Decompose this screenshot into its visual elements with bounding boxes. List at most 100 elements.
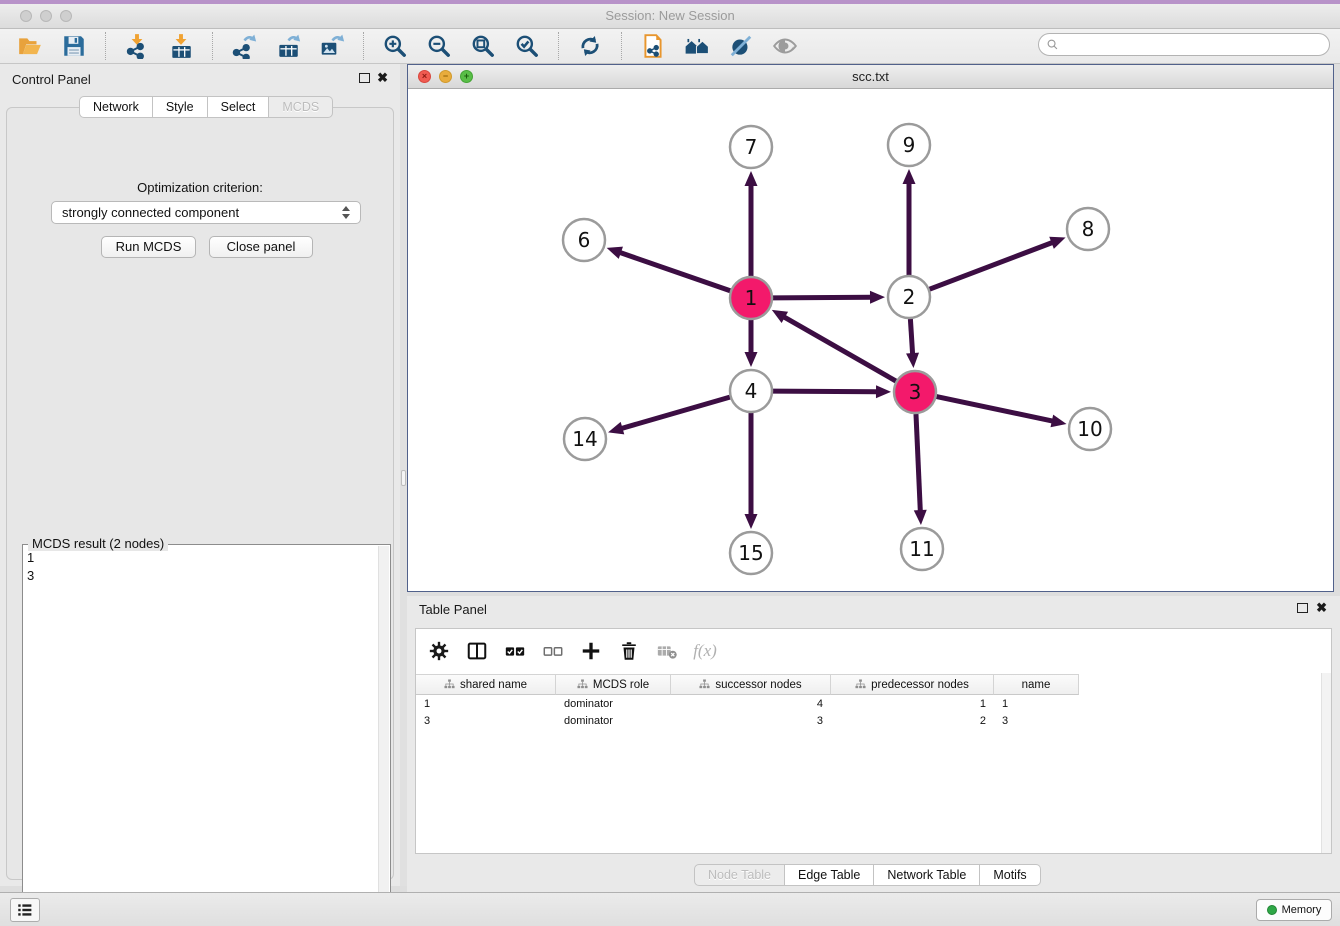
divider-handle[interactable] (401, 470, 406, 486)
graph-edge-4-3[interactable] (773, 385, 891, 398)
export-table-icon[interactable] (273, 31, 303, 61)
result-scrollbar[interactable] (378, 546, 389, 914)
graph-node-10[interactable]: 10 (1069, 408, 1111, 450)
graph-edge-3-10[interactable] (937, 397, 1067, 428)
table-scrollbar[interactable] (1321, 673, 1331, 853)
zoom-selected-icon[interactable] (512, 31, 542, 61)
cell-successor-nodes[interactable]: 4 (671, 696, 831, 713)
save-session-icon[interactable] (59, 31, 89, 61)
cell-shared-name[interactable]: 3 (416, 713, 556, 730)
graph-edge-1-7[interactable] (745, 171, 758, 276)
network-graph-canvas[interactable]: 7 9 6 8 1 2 4 3 14 10 15 11 (408, 89, 1333, 591)
tab-network[interactable]: Network (79, 96, 153, 118)
graph-edge-3-11[interactable] (914, 414, 927, 525)
control-panel-tabs: NetworkStyleSelectMCDS (79, 96, 333, 118)
graph-edge-4-15[interactable] (745, 413, 758, 529)
refresh-icon[interactable] (575, 31, 605, 61)
houses-icon[interactable] (682, 31, 712, 61)
tab-edge-table[interactable]: Edge Table (785, 864, 874, 886)
import-table-icon[interactable] (166, 31, 196, 61)
graph-node-15[interactable]: 15 (730, 532, 772, 574)
cell-name[interactable]: 3 (994, 713, 1079, 730)
panel-split-divider[interactable] (400, 64, 407, 886)
tab-motifs[interactable]: Motifs (980, 864, 1040, 886)
search-input[interactable] (1060, 36, 1329, 54)
column-header-successor-nodes[interactable]: successor nodes (671, 674, 831, 695)
graph-edge-1-2[interactable] (773, 291, 885, 304)
column-header-shared-name[interactable]: shared name (416, 674, 556, 695)
graph-edge-2-9[interactable] (903, 169, 916, 275)
graph-node-14[interactable]: 14 (564, 418, 606, 460)
graph-node-9[interactable]: 9 (888, 124, 930, 166)
cell-name[interactable]: 1 (994, 696, 1079, 713)
mcds-result-text: 1 3 (27, 549, 34, 585)
split-panel-icon[interactable] (463, 637, 491, 665)
mcds-result-box[interactable]: MCDS result (2 nodes) 1 3 (22, 544, 391, 916)
graph-edge-2-3[interactable] (906, 319, 919, 368)
export-image-icon[interactable] (317, 31, 347, 61)
network-document-icon[interactable] (638, 31, 668, 61)
close-panel-button[interactable]: Close panel (209, 236, 313, 258)
cell-predecessor-nodes[interactable]: 2 (831, 713, 994, 730)
cell-successor-nodes[interactable]: 3 (671, 713, 831, 730)
close-window-icon[interactable] (20, 10, 32, 22)
graph-node-1[interactable]: 1 (730, 277, 772, 319)
node-label-3: 3 (909, 380, 922, 404)
zoom-in-icon[interactable] (380, 31, 410, 61)
zoom-fit-icon[interactable] (468, 31, 498, 61)
float-panel-icon[interactable] (359, 73, 370, 83)
zoom-out-icon[interactable] (424, 31, 454, 61)
table-row-2[interactable]: 3dominator323 (416, 713, 1079, 730)
graph-edge-1-6[interactable] (607, 247, 731, 291)
run-mcds-button[interactable]: Run MCDS (101, 236, 196, 258)
import-network-icon[interactable] (122, 31, 152, 61)
settings-gear-icon[interactable] (425, 637, 453, 665)
network-window-titlebar[interactable]: × − + scc.txt (408, 65, 1333, 89)
tab-style[interactable]: Style (153, 96, 208, 118)
column-header-MCDS-role[interactable]: MCDS role (556, 674, 671, 695)
criterion-dropdown[interactable]: strongly connected component (51, 201, 361, 224)
maximize-view-icon[interactable]: + (460, 70, 473, 83)
tab-node-table[interactable]: Node Table (694, 864, 785, 886)
task-history-button[interactable] (10, 898, 40, 922)
maximize-window-icon[interactable] (60, 10, 72, 22)
cell-MCDS-role[interactable]: dominator (556, 696, 671, 713)
graph-edge-3-1[interactable] (772, 310, 896, 381)
add-column-icon[interactable] (577, 637, 605, 665)
graph-node-8[interactable]: 8 (1067, 208, 1109, 250)
close-table-panel-icon[interactable]: ✖ (1316, 603, 1327, 613)
graph-node-3[interactable]: 3 (894, 371, 936, 413)
cell-MCDS-role[interactable]: dominator (556, 713, 671, 730)
toolbar-separator (363, 32, 364, 60)
graphics-details-icon[interactable] (726, 31, 756, 61)
graph-edge-4-14[interactable] (608, 397, 730, 434)
float-table-panel-icon[interactable] (1297, 603, 1308, 613)
delete-column-icon[interactable] (615, 637, 643, 665)
memory-button[interactable]: Memory (1256, 899, 1332, 921)
tab-network-table[interactable]: Network Table (874, 864, 980, 886)
graph-node-2[interactable]: 2 (888, 276, 930, 318)
export-network-icon[interactable] (229, 31, 259, 61)
column-header-predecessor-nodes[interactable]: predecessor nodes (831, 674, 994, 695)
close-panel-icon[interactable]: ✖ (377, 73, 388, 83)
graph-edge-1-4[interactable] (745, 320, 758, 367)
open-session-icon[interactable] (15, 31, 45, 61)
graph-node-6[interactable]: 6 (563, 219, 605, 261)
minimize-view-icon[interactable]: − (439, 70, 452, 83)
graph-node-11[interactable]: 11 (901, 528, 943, 570)
graph-edge-2-8[interactable] (930, 237, 1066, 289)
table-row-1[interactable]: 1dominator411 (416, 696, 1079, 713)
close-view-icon[interactable]: × (418, 70, 431, 83)
graph-node-7[interactable]: 7 (730, 126, 772, 168)
deselect-all-rows-icon[interactable] (539, 637, 567, 665)
tab-mcds[interactable]: MCDS (269, 96, 333, 118)
cell-shared-name[interactable]: 1 (416, 696, 556, 713)
search-box[interactable] (1038, 33, 1330, 56)
minimize-window-icon[interactable] (40, 10, 52, 22)
tab-select[interactable]: Select (208, 96, 270, 118)
graph-node-4[interactable]: 4 (730, 370, 772, 412)
network-view-window[interactable]: × − + scc.txt 7 9 6 8 1 2 4 3 14 10 15 11 (407, 64, 1334, 592)
column-header-name[interactable]: name (994, 674, 1079, 695)
select-all-rows-icon[interactable] (501, 637, 529, 665)
cell-predecessor-nodes[interactable]: 1 (831, 696, 994, 713)
